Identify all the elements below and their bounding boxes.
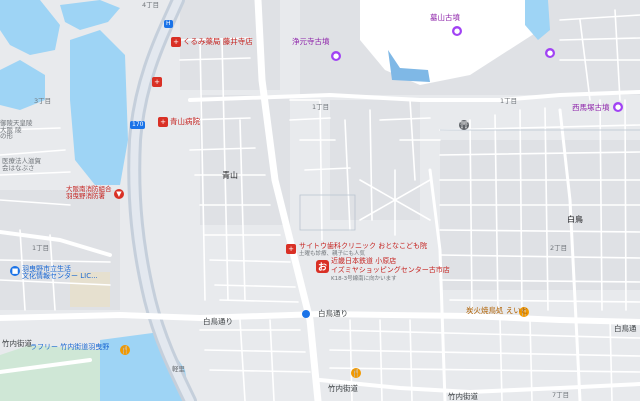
karuo-area-label: 軽里 xyxy=(172,365,185,373)
area-label-7-chome: 7丁目 xyxy=(552,391,570,399)
shrine-icon[interactable]: ⛩ xyxy=(459,120,469,130)
lic-center-label[interactable]: 羽曳野市立生活 文化情報センター LIC... xyxy=(22,266,98,280)
takenouchi-road-label-bottom: 竹内街道 xyxy=(328,384,358,393)
tomb-icon[interactable]: ● xyxy=(452,26,462,36)
building-icon[interactable]: ■ xyxy=(10,266,20,276)
aoyama-hospital-label[interactable]: 青山病院 xyxy=(170,118,200,126)
kurumi-pharmacy-label[interactable]: くるみ薬局 藤井寺店 xyxy=(183,38,253,46)
yakitori-label[interactable]: 炭火焼鳥処 えいと xyxy=(466,307,528,315)
takenouchi-road-label-left: 竹内街道 xyxy=(2,339,32,348)
jokoji-tomb-label[interactable]: 浄元寺古墳 xyxy=(292,38,330,46)
saitou-dental-label[interactable]: サイトウ歯科クリニック おとなこども院 xyxy=(299,243,427,250)
shopping-icon[interactable]: お xyxy=(316,260,329,273)
area-label-1-chome: 1丁目 xyxy=(312,103,330,111)
nishino-tomb-label[interactable]: 西馬塚古墳 xyxy=(572,104,610,112)
tomb-icon[interactable]: ● xyxy=(545,48,555,58)
tomb-icon[interactable]: ● xyxy=(331,51,341,61)
medical-corp-label: 医療法人滋賀 会はなぶさ xyxy=(2,157,41,172)
hakayama-tomb-label[interactable]: 墓山古墳 xyxy=(430,14,460,22)
map-canvas[interactable] xyxy=(0,0,640,401)
shiratori-area-label: 白鳥 xyxy=(567,215,583,224)
area-label-1-chome-left: 1丁目 xyxy=(32,244,50,252)
aeon-label[interactable]: イズミヤショッピングセンター古市店 xyxy=(331,267,450,274)
imperial-tomb-label: 御陵天皇陵 大阪 陵 の形 xyxy=(0,119,33,140)
rafure-label[interactable]: ラフリー 竹内街道羽曳野 xyxy=(30,344,109,351)
tomb-icon[interactable]: ● xyxy=(613,102,623,112)
pharmacy-icon[interactable]: + xyxy=(171,37,181,47)
area-label-3-chome: 3丁目 xyxy=(34,97,52,105)
aoyama-area-label: 青山 xyxy=(222,171,238,180)
kintetsu-store-label[interactable]: 近畿日本鉄道 小原店 xyxy=(331,258,396,265)
fire-station-label[interactable]: 大阪南消防組合 羽曳野消防署 xyxy=(66,186,112,199)
area-label-4-chome: 4丁目 xyxy=(142,1,160,9)
shiratori-road-label-left: 白鳥通り xyxy=(203,317,233,326)
aeon-sublabel: K18-3号線南に向かいます xyxy=(331,276,397,282)
dental-clinic-icon[interactable]: + xyxy=(286,244,296,254)
area-label-1-chome-mid: 1丁目 xyxy=(500,97,518,105)
hospital-icon[interactable]: + xyxy=(158,117,168,127)
takenouchi-road-label-right: 竹内街道 xyxy=(448,392,478,401)
bus-stop-icon[interactable] xyxy=(302,310,310,318)
shiratori-road-label-right: 白鳥通 xyxy=(614,324,637,333)
restaurant-icon[interactable]: 🍴 xyxy=(120,345,130,355)
fire-station-icon[interactable]: ▼ xyxy=(114,189,124,199)
highway-shield-icon: H xyxy=(164,20,173,28)
hospital-icon[interactable]: + xyxy=(152,77,162,87)
restaurant-icon[interactable]: 🍴 xyxy=(351,368,361,378)
park-bottom-left xyxy=(0,345,100,401)
shiratori-road-label-mid: 白鳥通り xyxy=(318,309,348,318)
route-shield-icon: 170 xyxy=(130,121,146,129)
area-label-2-chome: 2丁目 xyxy=(550,244,568,252)
